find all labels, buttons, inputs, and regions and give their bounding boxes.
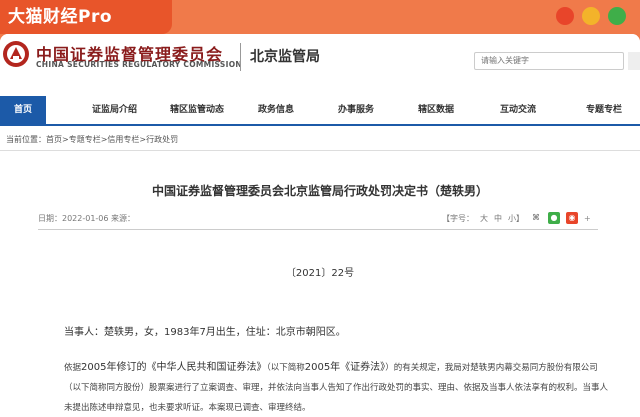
nav-regional-data[interactable]: 辖区数据 [418,96,454,124]
article-meta: 日期：2022-01-06 来源： [38,214,136,223]
article-title: 中国证券监督管理委员会北京监管局行政处罚决定书（楚轶男） [151,184,488,198]
article-tools: 【字号： 大 中 小】 ⌘ ● ◉ + [442,212,591,224]
font-size-medium-button[interactable]: 中 [494,213,502,224]
nav-interaction[interactable]: 互动交流 [500,96,536,124]
para-mid: （以下简称 [266,363,305,373]
divider [0,150,640,151]
font-size-label: 【字号： [442,213,474,223]
divider [38,229,598,230]
para-law-name: 2005年修订的《中华人民共和国证券法》 [81,362,267,373]
nav-services[interactable]: 办事服务 [338,96,374,124]
font-size-large-button[interactable]: 大 [480,213,488,224]
minimize-dot-icon[interactable] [582,7,600,25]
font-size-small-button[interactable]: 小】 [508,213,524,224]
bureau-name: 北京监管局 [250,49,320,65]
main-nav: 首页 证监局介绍 辖区监管动态 政务信息 办事服务 辖区数据 互动交流 专题专栏 [0,96,640,126]
window-controls [556,7,626,25]
maximize-dot-icon[interactable] [608,7,626,25]
nav-home[interactable]: 首页 [0,96,47,124]
weibo-icon[interactable]: ◉ [566,212,578,224]
org-name-en: CHINA SECURITIES REGULATORY COMMISSION [36,60,242,69]
csrc-emblem-icon [3,41,29,67]
para-prefix: 依据 [64,363,82,373]
document-number: 〔2021〕22号 [285,268,355,279]
nav-bureau-intro[interactable]: 证监局介绍 [92,96,137,124]
scrollbar[interactable] [628,52,640,70]
nav-regional-news[interactable]: 辖区监管动态 [170,96,224,124]
share-icon[interactable]: ⌘ [530,212,542,224]
body-paragraph: 依据2005年修订的《中华人民共和国证券法》（以下简称2005年《证券法》）的有… [64,358,614,417]
brand-watermark: 大猫财经Pro [0,0,172,34]
wechat-icon[interactable]: ● [548,212,560,224]
search-box[interactable] [474,52,624,70]
breadcrumb[interactable]: 当前位置：首页>专题专栏>信用专栏>行政处罚 [6,134,178,145]
more-share-icon[interactable]: + [584,214,591,223]
nav-gov-info[interactable]: 政务信息 [258,96,294,124]
header-divider [240,43,241,71]
overlay-bar: 大猫财经Pro [0,0,640,34]
para-law-short: 2005年《证券法》 [304,362,386,373]
nav-special-topics[interactable]: 专题专栏 [586,96,622,124]
browser-window: 中国证券监督管理委员会 CHINA SECURITIES REGULATORY … [0,34,640,417]
party-paragraph: 当事人：楚轶男，女，1983年7月出生，住址：北京市朝阳区。 [64,327,346,338]
close-dot-icon[interactable] [556,7,574,25]
site-header: 中国证券监督管理委员会 CHINA SECURITIES REGULATORY … [0,34,640,92]
search-input[interactable] [481,56,561,65]
